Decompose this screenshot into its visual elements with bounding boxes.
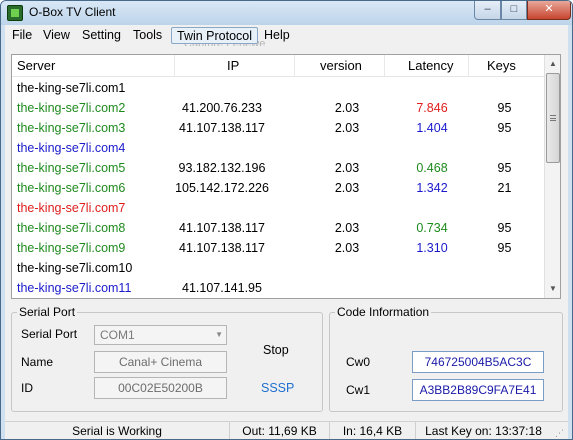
title-bar[interactable]: O-Box TV Client – □ ✕ [1, 1, 572, 25]
scroll-down-icon[interactable]: ▼ [545, 281, 560, 297]
menu-setting[interactable]: Setting [77, 27, 126, 44]
col-server[interactable]: Server [17, 58, 55, 73]
cw1-field[interactable]: A3BB2B89C9FA7E41 [412, 379, 544, 401]
client-area: Server IP version Latency Keys the-king-… [5, 46, 568, 421]
code-info-group-label: Code Information [335, 305, 432, 319]
stop-button[interactable]: Stop [263, 343, 289, 357]
menu-file[interactable]: File [7, 27, 37, 44]
cell-server: the-king-se7li.com9 [17, 241, 126, 255]
cell-latency: 7.846 [416, 101, 448, 115]
close-button[interactable]: ✕ [527, 1, 571, 20]
resize-grip-icon[interactable]: ⋰ [555, 428, 567, 439]
col-latency[interactable]: Latency [408, 58, 454, 73]
cell-latency: 0.734 [416, 221, 448, 235]
cell-keys: 95 [497, 121, 512, 135]
cw0-label: Cw0 [346, 355, 371, 369]
cell-version: 2.03 [334, 101, 360, 115]
cell-server: the-king-se7li.com3 [17, 121, 126, 135]
cell-ip: 41.107.138.117 [179, 221, 265, 235]
chevron-down-icon: ▼ [215, 330, 223, 339]
table-row[interactable]: the-king-se7li.com4 [12, 138, 544, 158]
cell-keys: 95 [497, 101, 512, 115]
cell-ip: 41.107.138.117 [179, 241, 265, 255]
scroll-up-icon[interactable]: ▲ [545, 56, 560, 72]
status-state: Serial is Working [5, 422, 230, 439]
cell-version: 2.03 [334, 241, 360, 255]
cell-keys: 21 [497, 181, 512, 195]
table-row[interactable]: the-king-se7li.com1 [12, 78, 544, 98]
window-title: O-Box TV Client [29, 5, 116, 19]
table-row[interactable]: the-king-se7li.com2 41.200.76.233 2.03 7.84… [12, 98, 544, 118]
menu-help[interactable]: Help [259, 27, 295, 44]
col-keys[interactable]: Keys [487, 58, 516, 73]
cell-keys: 95 [497, 221, 512, 235]
server-rows: the-king-se7li.com1 the-king-se7li.com2 41… [12, 78, 544, 298]
cell-server: the-king-se7li.com10 [17, 261, 133, 275]
menu-tools[interactable]: Tools [128, 27, 167, 44]
col-ip[interactable]: IP [227, 58, 239, 73]
table-row[interactable]: the-king-se7li.com5 93.182.132.196 2.03 0.4… [12, 158, 544, 178]
app-window: O-Box TV Client – □ ✕ File View Setting … [0, 0, 573, 440]
id-field[interactable]: 00C02E50200B [94, 377, 227, 399]
cell-ip: 105.142.172.226 [175, 181, 269, 195]
name-label: Name [21, 355, 54, 369]
code-info-group: Code Information Cw0 746725004B5AC3C Cw1… [329, 305, 563, 412]
sssp-link[interactable]: SSSP [261, 381, 294, 395]
cell-latency: 1.404 [416, 121, 448, 135]
cell-ip: 41.107.138.117 [179, 121, 265, 135]
cell-version: 2.03 [334, 181, 360, 195]
cw1-label: Cw1 [346, 383, 371, 397]
cell-server: the-king-se7li.com7 [17, 201, 126, 215]
name-field[interactable]: Canal+ Cinema [94, 351, 227, 373]
table-row[interactable]: the-king-se7li.com10 [12, 258, 544, 278]
list-scrollbar[interactable]: ▲ ▼ [544, 55, 560, 298]
menu-twin-protocol[interactable]: Twin Protocol [171, 27, 259, 44]
cell-server: the-king-se7li.com8 [17, 221, 126, 235]
serial-port-select[interactable]: COM1 ▼ [94, 325, 227, 345]
table-row[interactable]: the-king-se7li.com11 41.107.141.95 [12, 278, 544, 298]
serial-port-label: Serial Port [21, 327, 78, 341]
menu-view[interactable]: View [38, 27, 75, 44]
cell-keys: 95 [497, 241, 512, 255]
status-in: In: 16,4 KB [330, 422, 416, 439]
cell-version: 2.03 [334, 161, 360, 175]
cell-ip: 93.182.132.196 [178, 161, 266, 175]
cell-server: the-king-se7li.com11 [17, 281, 132, 295]
table-row[interactable]: the-king-se7li.com9 41.107.138.117 2.03 1.3… [12, 238, 544, 258]
list-header: Server IP version Latency Keys [12, 55, 544, 77]
scroll-thumb[interactable] [546, 73, 560, 163]
cell-server: the-king-se7li.com2 [17, 101, 126, 115]
table-row[interactable]: the-king-se7li.com7 [12, 198, 544, 218]
serial-port-group-label: Serial Port [17, 305, 78, 319]
table-row[interactable]: the-king-se7li.com3 41.107.138.117 2.03 1.4… [12, 118, 544, 138]
menu-bar: File View Setting Tools Capture Fenewe T… [5, 25, 568, 50]
cell-latency: 1.310 [416, 241, 448, 255]
cell-version: 2.03 [334, 221, 360, 235]
cell-latency: 0.468 [416, 161, 448, 175]
maximize-button[interactable]: □ [501, 1, 527, 20]
cell-ip: 41.107.141.95 [182, 281, 262, 295]
col-version[interactable]: version [320, 58, 362, 73]
cell-ip: 41.200.76.233 [182, 101, 262, 115]
cw0-field[interactable]: 746725004B5AC3C [412, 351, 544, 373]
serial-port-group: Serial Port Serial Port COM1 ▼ Name Cana… [11, 305, 323, 412]
cell-server: the-king-se7li.com5 [17, 161, 126, 175]
cell-server: the-king-se7li.com4 [17, 141, 126, 155]
server-list[interactable]: Server IP version Latency Keys the-king-… [11, 54, 561, 299]
cell-server: the-king-se7li.com6 [17, 181, 126, 195]
status-out: Out: 11,69 KB [230, 422, 330, 439]
app-icon [7, 5, 23, 21]
cell-latency: 1.342 [416, 181, 448, 195]
cell-version: 2.03 [334, 121, 360, 135]
id-label: ID [21, 381, 33, 395]
minimize-button[interactable]: – [474, 1, 501, 20]
status-last-key: Last Key on: 13:37:18 [425, 424, 542, 438]
serial-port-value: COM1 [100, 328, 135, 342]
table-row[interactable]: the-king-se7li.com6 105.142.172.226 2.03 1.… [12, 178, 544, 198]
status-bar: Serial is Working Out: 11,69 KB In: 16,4… [5, 421, 568, 439]
cell-keys: 95 [497, 161, 512, 175]
table-row[interactable]: the-king-se7li.com8 41.107.138.117 2.03 0.7… [12, 218, 544, 238]
cell-server: the-king-se7li.com1 [17, 81, 126, 95]
